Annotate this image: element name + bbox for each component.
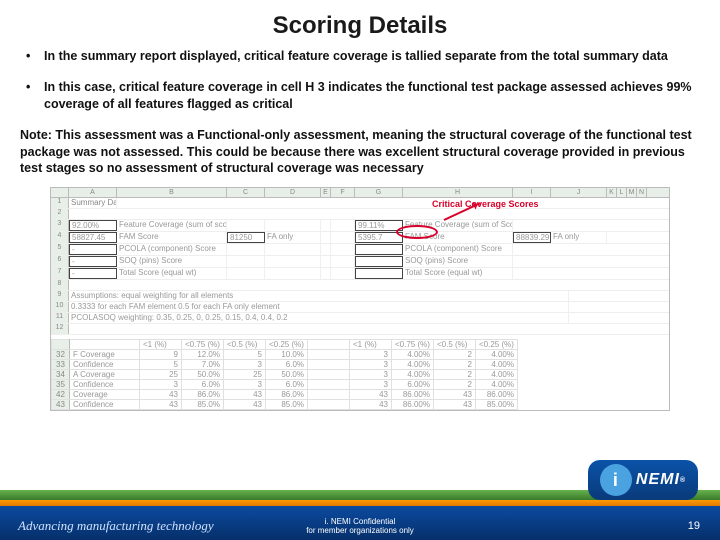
slide-title: Scoring Details xyxy=(0,0,720,48)
note-text: Note: This assessment was a Functional-o… xyxy=(20,127,700,178)
page-number: 19 xyxy=(688,520,700,532)
excel-col-header: AB CD EF GH IJ KL MN xyxy=(51,188,669,198)
bullet-2: In this case, critical feature coverage … xyxy=(20,79,700,113)
excel-row: 9Assumptions: equal weighting for all el… xyxy=(51,291,669,302)
callout-label: Critical Coverage Scores xyxy=(432,199,539,209)
excel-row: 2 xyxy=(51,209,669,220)
bullet-list: In the summary report displayed, critica… xyxy=(20,48,700,113)
excel-row: 12 xyxy=(51,324,669,335)
footer-confidential: i. NEMI Confidentialfor member organizat… xyxy=(306,518,414,536)
excel-row: 6 -SOQ (pins) Score SOQ (pins) Score xyxy=(51,256,669,268)
excel-row: 7 -Total Score (equal wt) Total Score (e… xyxy=(51,268,669,280)
excel-row: 100.3333 for each FAM element 0.5 for ea… xyxy=(51,302,669,313)
excel-row: 11PCOLASOQ weighting: 0.35, 0.25, 0, 0.2… xyxy=(51,313,669,324)
excel-row: 8 xyxy=(51,280,669,291)
logo-globe-icon: i xyxy=(600,464,632,496)
footer: i NEMI® Advancing manufacturing technolo… xyxy=(0,476,720,540)
logo-text: NEMI xyxy=(636,471,680,489)
excel-lower-grid: <1 (%)<0.75 (%)<0.5 (%)<0.25 (%)<1 (%)<0… xyxy=(51,339,669,410)
bullet-1: In the summary report displayed, critica… xyxy=(20,48,700,65)
excel-row: 4 58827.45FAM Score 81250FA only 5395.7F… xyxy=(51,232,669,244)
excel-row: 1Summary Data xyxy=(51,198,669,209)
footer-tagline: Advancing manufacturing technology xyxy=(18,518,214,534)
excel-row: 5 -PCOLA (component) Score PCOLA (compon… xyxy=(51,244,669,256)
excel-screenshot: Critical Coverage Scores AB CD EF GH IJ … xyxy=(50,187,670,411)
excel-row: 3 92.00%Feature Coverage (sum of score/#… xyxy=(51,220,669,232)
inemi-logo: i NEMI® xyxy=(588,460,698,500)
